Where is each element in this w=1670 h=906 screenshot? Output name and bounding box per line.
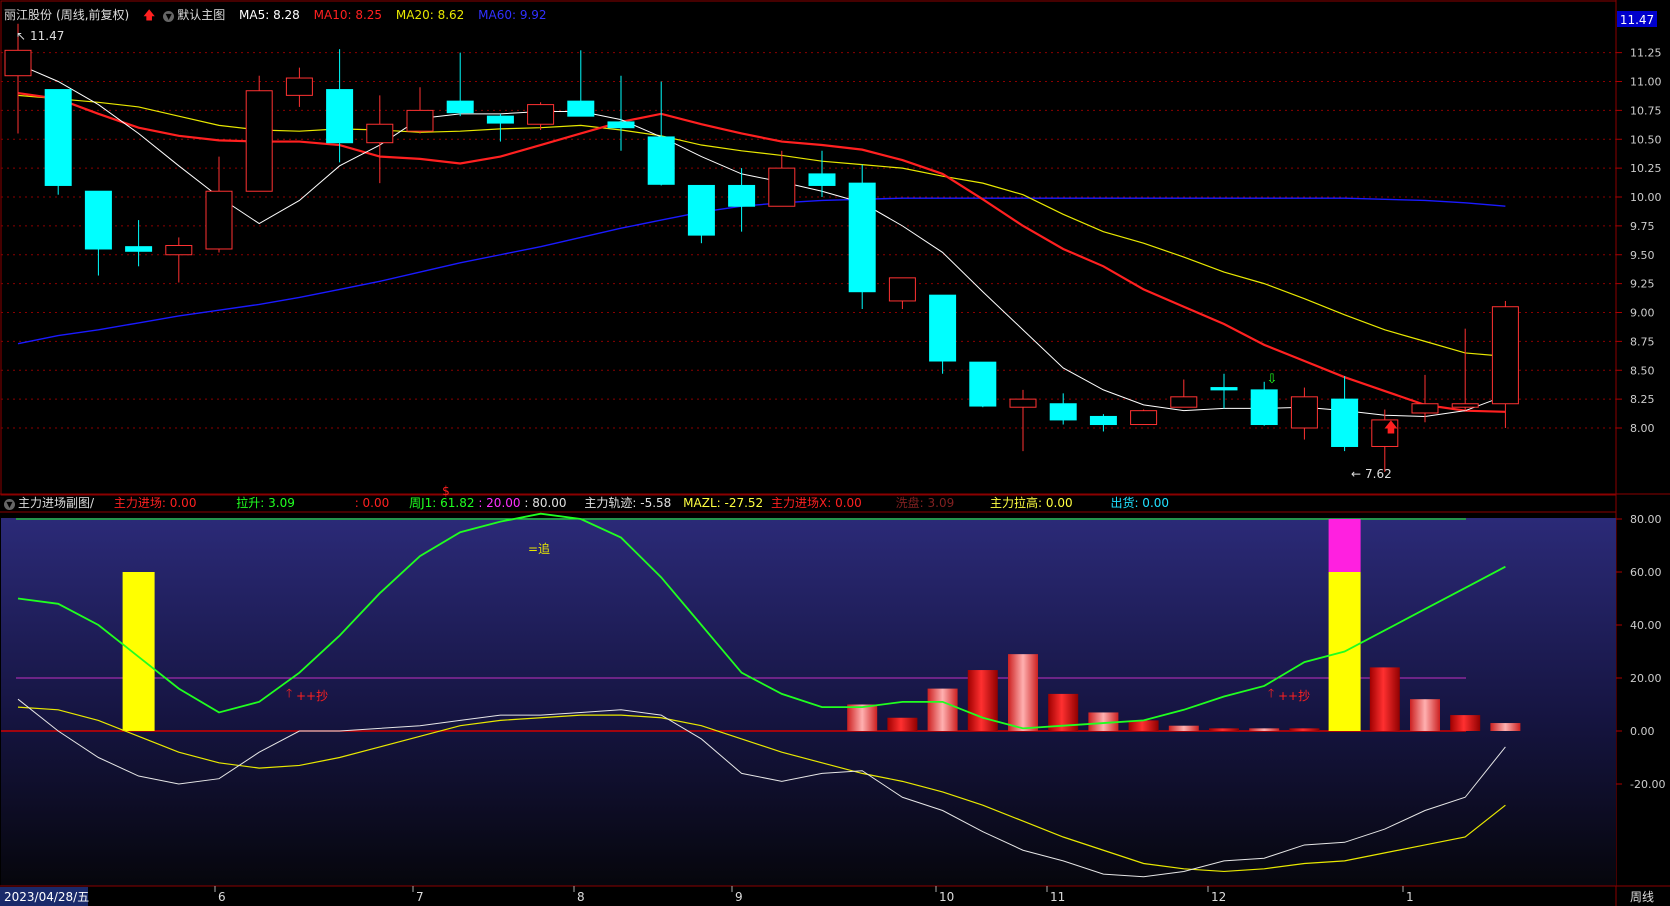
candle-body <box>1210 387 1238 391</box>
signal-bar <box>1328 519 1361 572</box>
stock-chart[interactable]: 11.2511.0010.7510.5010.2510.009.759.509.… <box>0 0 1670 906</box>
signal-bar <box>1490 723 1521 731</box>
date-start-label: 2023/04/28/五 <box>4 890 89 904</box>
buy-marker: ++抄 <box>296 689 328 703</box>
ma10-line <box>17 91 1506 413</box>
signal-bar <box>1249 728 1280 731</box>
buy-marker: ++抄 <box>1278 689 1310 703</box>
low-price-label: 7.62 <box>1365 467 1392 481</box>
month-label: 8 <box>577 890 585 904</box>
candle-body <box>1170 396 1198 408</box>
candle-body <box>687 184 715 236</box>
candle-body <box>808 173 836 186</box>
price-tick-label: 9.50 <box>1630 249 1655 262</box>
signal-bar <box>927 688 958 731</box>
candle-body <box>768 167 796 207</box>
candle-body <box>1331 398 1359 447</box>
price-tick-label: 10.00 <box>1630 191 1662 204</box>
indicator-tick-label: 80.00 <box>1630 513 1662 526</box>
month-label: 9 <box>735 890 743 904</box>
signal-bar <box>1410 699 1440 731</box>
candle-body <box>1411 403 1439 414</box>
candle-body <box>406 109 434 132</box>
candle-body <box>205 190 233 250</box>
candle-body <box>4 49 32 77</box>
indicator-tick-label: 60.00 <box>1630 566 1662 579</box>
price-tick-label: 10.75 <box>1630 104 1662 117</box>
candle-body <box>929 294 957 362</box>
buy-signal-arrow-icon: 🡑 <box>286 686 292 700</box>
candle-body <box>1049 403 1077 421</box>
candle-body <box>1290 396 1318 429</box>
indicator-tick-label: 0.00 <box>1630 725 1655 738</box>
candle-body <box>366 123 394 144</box>
candle-body <box>888 277 916 302</box>
candle-body <box>969 361 997 407</box>
indicator-tick-label: -20.00 <box>1630 778 1665 791</box>
candle-body <box>165 245 193 256</box>
price-tick-label: 9.75 <box>1630 220 1655 233</box>
price-tick-label: 8.00 <box>1630 422 1655 435</box>
month-label: 11 <box>1050 890 1065 904</box>
month-label: 1 <box>1406 890 1414 904</box>
candle-body <box>44 89 72 186</box>
candle-body <box>446 100 474 114</box>
signal-bar <box>122 572 155 731</box>
month-label: 12 <box>1211 890 1226 904</box>
month-label: 6 <box>218 890 226 904</box>
price-tick-label: 11.00 <box>1630 76 1662 89</box>
price-tick-label: 8.75 <box>1630 335 1655 348</box>
buy-signal-arrow-icon: 🡑 <box>1268 686 1274 700</box>
candle-body <box>285 77 313 96</box>
candle-body <box>1009 398 1037 408</box>
signal-bar <box>967 670 998 731</box>
candle-body <box>1130 410 1158 426</box>
candle-body <box>1089 415 1117 426</box>
chase-marker: =追 <box>528 541 550 556</box>
candle-body <box>1250 389 1278 426</box>
signal-bar <box>1289 728 1320 731</box>
high-price-label: 11.47 <box>30 29 64 43</box>
month-label: 7 <box>416 890 424 904</box>
candle-body <box>84 190 112 250</box>
candle-body <box>1491 306 1519 405</box>
ma60-line <box>17 197 1506 345</box>
price-tick-label: 9.00 <box>1630 307 1655 320</box>
month-label: 10 <box>939 890 954 904</box>
signal-bar <box>887 717 918 731</box>
signal-bar <box>1209 728 1239 731</box>
candle-body <box>245 90 273 192</box>
price-tick-label: 9.25 <box>1630 278 1655 291</box>
down-signal-icon: ⇩ <box>1267 372 1278 387</box>
price-tick-label: 8.50 <box>1630 364 1655 377</box>
price-tick-label: 10.50 <box>1630 133 1662 146</box>
ma5-line <box>17 63 1506 417</box>
signal-bar <box>1450 715 1481 731</box>
signal-bar <box>847 704 878 731</box>
high-price-marker: ↖ <box>16 29 26 43</box>
candle-body <box>125 246 153 252</box>
current-price-label: 11.47 <box>1620 13 1654 27</box>
signal-bar <box>1168 725 1199 731</box>
signal-bar <box>1008 654 1038 731</box>
price-tick-label: 10.25 <box>1630 162 1662 175</box>
period-mode-label[interactable]: 周线 <box>1630 890 1654 904</box>
candle-body <box>1451 403 1479 408</box>
candle-body <box>848 182 876 293</box>
candle-body <box>486 115 514 124</box>
candle-body <box>326 89 354 144</box>
indicator-tick-label: 20.00 <box>1630 672 1662 685</box>
dollar-marker: $ <box>442 484 450 498</box>
indicator-tick-label: 40.00 <box>1630 619 1662 632</box>
candle-body <box>607 121 635 129</box>
candle-body <box>728 184 756 207</box>
candle-body <box>527 104 555 125</box>
candle-body <box>567 100 595 117</box>
candle-body <box>647 136 675 185</box>
price-tick-label: 8.25 <box>1630 393 1655 406</box>
low-price-marker: ← <box>1351 467 1361 481</box>
up-signal-icon: 🡅 <box>1384 420 1398 436</box>
signal-bar <box>1369 667 1400 731</box>
price-tick-label: 11.25 <box>1630 47 1662 60</box>
